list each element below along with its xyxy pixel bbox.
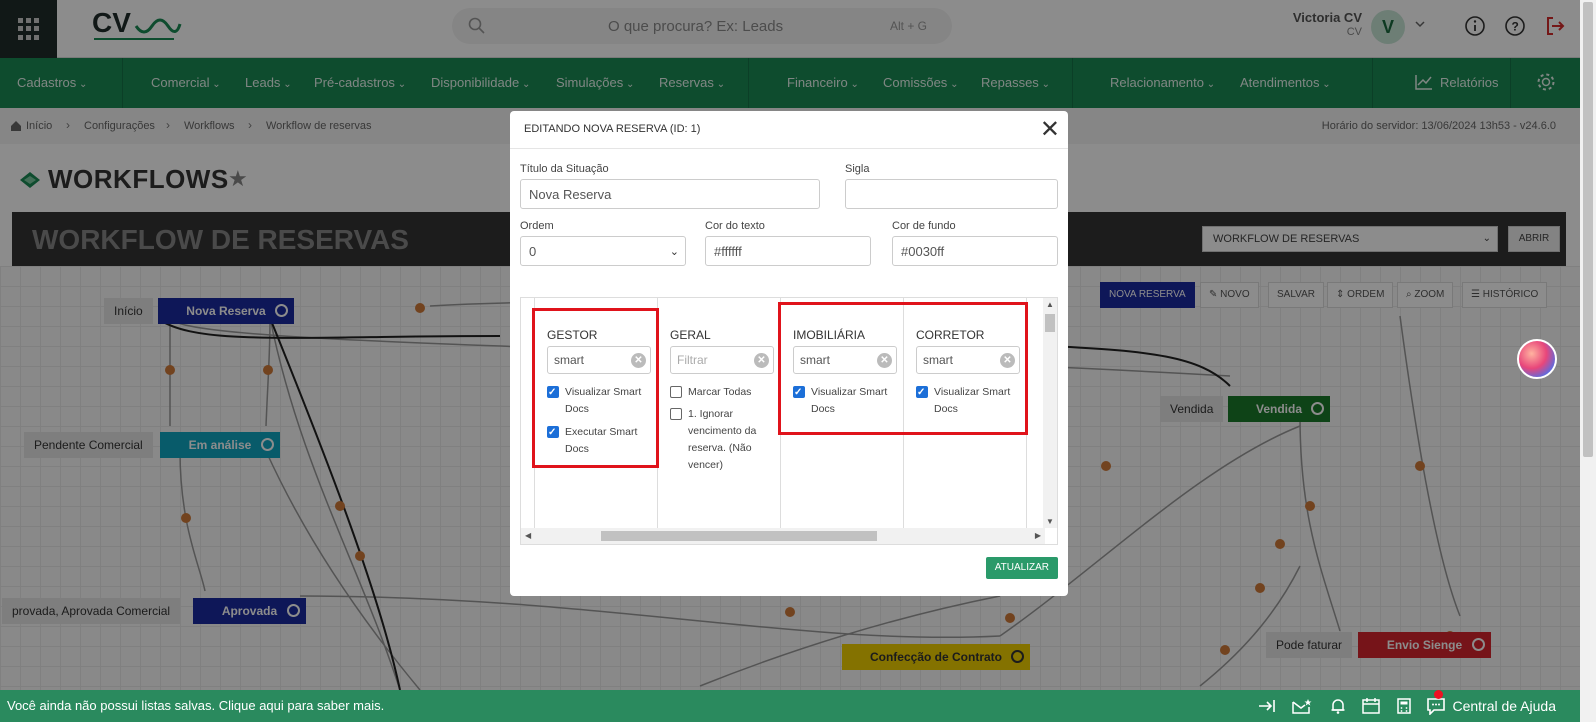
modal-title: EDITANDO NOVA RESERVA (ID: 1) (524, 123, 701, 135)
permissions-panel: GESTOR smart✕ Visualizar Smart Docs Exec… (520, 297, 1058, 545)
ordem-select[interactable]: 0 ⌄ (520, 236, 686, 266)
vertical-scrollbar[interactable]: ▲ ▼ (1043, 298, 1057, 528)
close-icon[interactable]: ✕ (1040, 115, 1060, 144)
permission-checkbox[interactable]: 1. Ignorar vencimento da reserva. (Não v… (670, 406, 778, 474)
cor-fundo-label: Cor de fundo (892, 220, 956, 232)
column-title: GERAL (670, 328, 711, 342)
checkbox-unchecked[interactable] (670, 408, 682, 420)
clear-icon[interactable]: ✕ (754, 353, 769, 368)
horizontal-scrollbar[interactable]: ◀ ▶ (521, 528, 1045, 544)
calendar-icon[interactable] (1362, 698, 1380, 714)
help-center-button[interactable]: Central de Ajuda (1426, 690, 1556, 722)
calculator-icon[interactable] (1397, 698, 1411, 714)
page-scrollbar[interactable] (1580, 0, 1596, 722)
permission-column-geral: GERAL Filtrar ✕ Marcar Todas 1. Ignorar v… (658, 298, 781, 528)
permission-checkbox[interactable]: Marcar Todas (670, 384, 778, 401)
chevron-down-icon: ⌄ (669, 246, 679, 258)
bell-icon[interactable] (1330, 698, 1346, 714)
cor-texto-label: Cor do texto (705, 220, 765, 232)
collapse-right-icon[interactable] (1258, 698, 1276, 714)
chat-icon (1427, 698, 1446, 715)
filter-input[interactable]: Filtrar ✕ (670, 346, 774, 374)
cor-fundo-field[interactable]: #0030ff (892, 236, 1058, 266)
checkbox-unchecked[interactable] (670, 386, 682, 398)
edit-status-modal: EDITANDO NOVA RESERVA (ID: 1) ✕ Título d… (510, 111, 1068, 596)
sigla-label: Sigla (845, 163, 870, 175)
help-center-label: Central de Ajuda (1452, 698, 1556, 714)
titulo-field[interactable]: Nova Reserva (520, 179, 820, 209)
update-button[interactable]: ATUALIZAR (985, 557, 1058, 579)
cor-texto-field[interactable]: #ffffff (705, 236, 871, 266)
saved-lists-message[interactable]: Você ainda não possui listas salvas. Cli… (7, 698, 384, 713)
highlight-gestor (532, 308, 659, 468)
titulo-label: Título da Situação (520, 163, 609, 175)
ordem-value: 0 (529, 244, 537, 259)
notification-dot (1434, 690, 1443, 699)
footer-bar: Você ainda não possui listas salvas. Cli… (0, 690, 1580, 722)
highlight-imobiliaria-corretor (778, 302, 1028, 435)
sigla-field[interactable] (845, 179, 1058, 209)
assistant-bubble[interactable] (1517, 339, 1557, 379)
ordem-label: Ordem (520, 220, 554, 232)
mail-star-icon[interactable] (1292, 698, 1312, 714)
